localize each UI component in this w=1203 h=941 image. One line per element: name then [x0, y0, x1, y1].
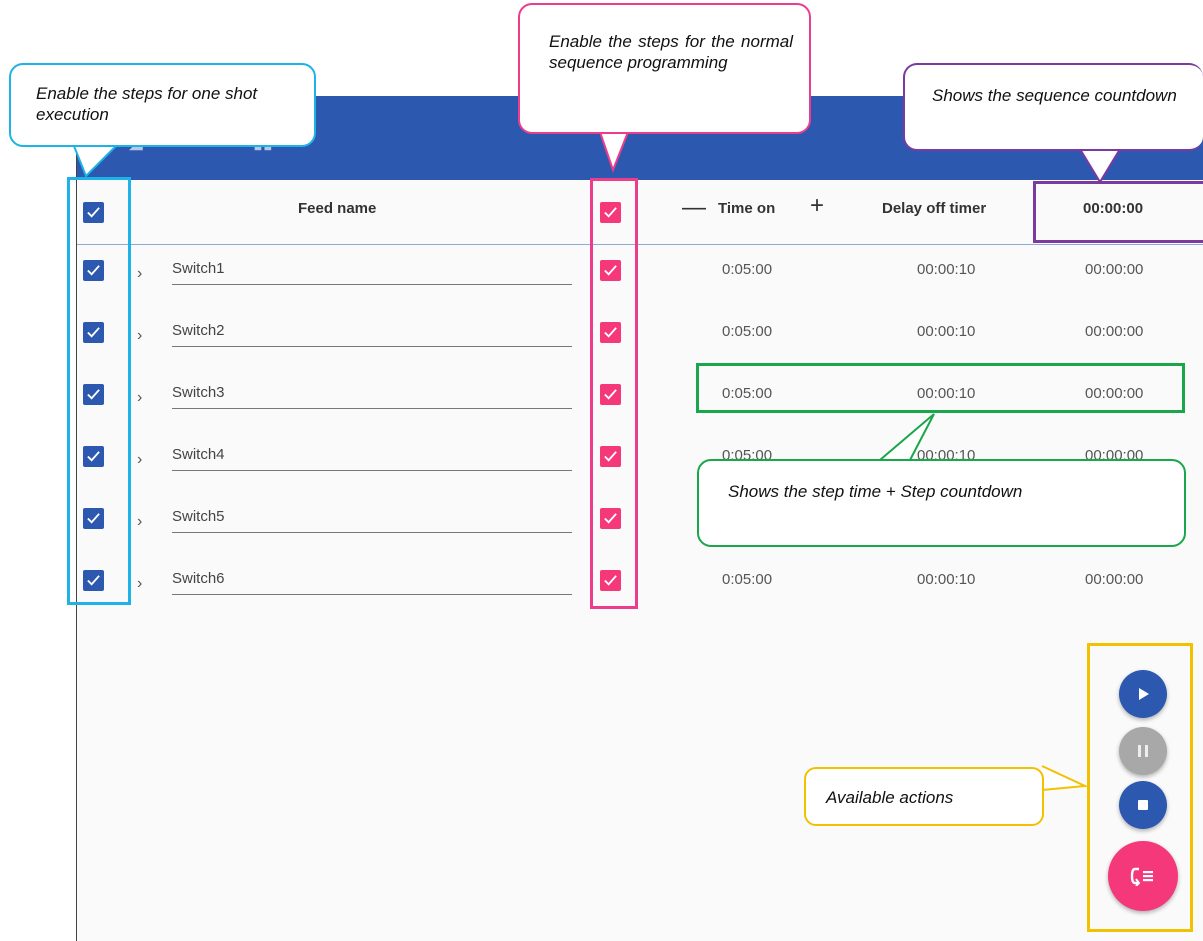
time-on-value[interactable]: 0:05:00: [722, 323, 772, 340]
sequence-countdown-highlight: [1033, 181, 1203, 243]
callout-normal-sequence-text: Enable the steps for the normal sequence…: [549, 32, 793, 72]
callout-one-shot-text: Enable the steps for one shot execution: [36, 84, 258, 124]
delay-off-value[interactable]: 00:00:10: [917, 323, 975, 340]
feed-name-field[interactable]: Switch1: [172, 260, 572, 285]
feed-name-field[interactable]: Switch4: [172, 446, 572, 471]
callout-one-shot: Enable the steps for one shot execution: [9, 63, 316, 147]
oneshot-column-highlight: [67, 177, 131, 605]
feed-name-field[interactable]: Switch3: [172, 384, 572, 409]
sequence-column-highlight: [590, 178, 638, 609]
expand-chevron-icon[interactable]: ›: [137, 389, 142, 407]
expand-chevron-icon[interactable]: ›: [137, 265, 142, 283]
actions-highlight: [1087, 643, 1193, 932]
delay-off-value[interactable]: 00:00:10: [917, 261, 975, 278]
table-row: › Switch1 0:05:00 00:00:10 00:00:00: [77, 245, 1203, 307]
callout-normal-sequence: Enable the steps for the normal sequence…: [518, 3, 811, 134]
step-time-highlight: [696, 363, 1185, 413]
table-row: › Switch6 0:05:00 00:00:10 00:00:00: [77, 555, 1203, 617]
callout-step-time: Shows the step time + Step countdown: [697, 459, 1186, 547]
time-on-value[interactable]: 0:05:00: [722, 571, 772, 588]
expand-chevron-icon[interactable]: ›: [137, 327, 142, 345]
table-row: › Switch2 0:05:00 00:00:10 00:00:00: [77, 307, 1203, 369]
expand-chevron-icon[interactable]: ›: [137, 575, 142, 593]
increase-time-button[interactable]: +: [810, 192, 824, 220]
callout-sequence-countdown-text: Shows the sequence countdown: [932, 86, 1177, 105]
callout-step-time-text: Shows the step time + Step countdown: [728, 482, 1023, 501]
delay-off-value[interactable]: 00:00:10: [917, 571, 975, 588]
header-feed-name: Feed name: [298, 200, 377, 217]
expand-chevron-icon[interactable]: ›: [137, 451, 142, 469]
feed-name-field[interactable]: Switch2: [172, 322, 572, 347]
callout-actions-text: Available actions: [826, 788, 954, 807]
step-countdown-value: 00:00:00: [1085, 261, 1144, 278]
callout-sequence-countdown: Shows the sequence countdown: [903, 63, 1203, 151]
decrease-time-button[interactable]: —: [682, 194, 706, 222]
step-countdown-value: 00:00:00: [1085, 323, 1144, 340]
step-countdown-value: 00:00:00: [1085, 571, 1144, 588]
callout-actions: Available actions: [804, 767, 1044, 826]
feed-name-field[interactable]: Switch5: [172, 508, 572, 533]
feed-name-field[interactable]: Switch6: [172, 570, 572, 595]
time-on-value[interactable]: 0:05:00: [722, 261, 772, 278]
header-delay-off-timer: Delay off timer: [882, 200, 987, 217]
expand-chevron-icon[interactable]: ›: [137, 513, 142, 531]
header-time-on: Time on: [718, 200, 776, 217]
